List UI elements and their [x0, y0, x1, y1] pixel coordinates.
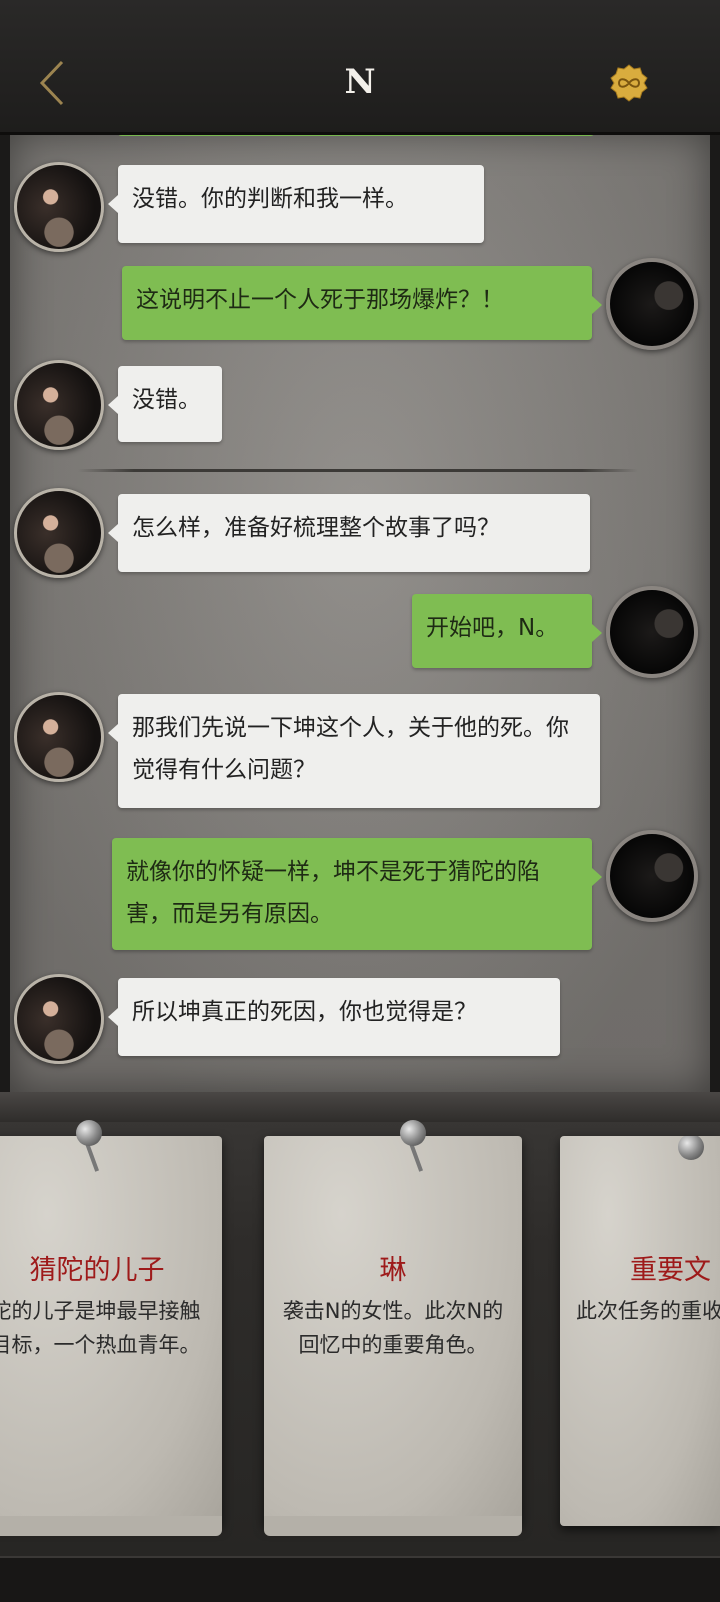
avatar-player[interactable]	[606, 258, 698, 350]
pin-stem	[84, 1142, 100, 1172]
avatar-player[interactable]	[606, 830, 698, 922]
pushpin-icon	[76, 1120, 102, 1146]
pin-stem	[408, 1142, 424, 1172]
card-body: 此次任务的重收一份重要	[576, 1299, 720, 1323]
clue-card[interactable]: 猜陀的儿子 猜陀的儿子是坤最早接触的目标，一个热血青年。	[0, 1120, 222, 1536]
chat-bubble-right: 开始吧，N。	[412, 594, 602, 668]
chat-area[interactable]: 没错。你的判断和我一样。 这说明不止一个人死于那场爆炸？！ 没错。 怎么样，准备…	[10, 132, 710, 1092]
chat-bubble-left: 所以坤真正的死因，你也觉得是？	[108, 978, 560, 1056]
coin-button[interactable]	[610, 64, 648, 102]
clue-card[interactable]: 重要文 此次任务的重收一份重要	[560, 1136, 720, 1526]
top-bar: N	[0, 0, 720, 135]
card-title: 琳	[379, 1255, 407, 1286]
pushpin-icon	[400, 1120, 426, 1146]
chat-bubble-left: 怎么样，准备好梳理整个故事了吗？	[108, 494, 590, 572]
avatar-n[interactable]	[14, 360, 104, 450]
chat-bubble-left: 那我们先说一下坤这个人，关于他的死。你觉得有什么问题？	[108, 694, 600, 808]
card-edge	[0, 1516, 222, 1536]
pushpin-icon	[678, 1136, 704, 1160]
section-divider	[78, 469, 638, 472]
avatar-n[interactable]	[14, 488, 104, 578]
avatar-n[interactable]	[14, 692, 104, 782]
card-edge	[264, 1516, 522, 1536]
avatar-player[interactable]	[606, 586, 698, 678]
tray-ledge	[0, 1092, 720, 1122]
card-title: 猜陀的儿子	[29, 1255, 165, 1286]
card-title: 重要文	[630, 1255, 711, 1286]
avatar-n[interactable]	[14, 162, 104, 252]
clue-card-tray[interactable]: 猜陀的儿子 猜陀的儿子是坤最早接触的目标，一个热血青年。 琳 袭击N的女性。此次…	[0, 1092, 720, 1602]
chat-bubble-right: 就像你的怀疑一样，坤不是死于猜陀的陷害，而是另有原因。	[112, 838, 602, 950]
bottom-bar	[0, 1556, 720, 1602]
avatar-n[interactable]	[14, 974, 104, 1064]
chat-bubble-left: 没错。你的判断和我一样。	[108, 165, 484, 243]
chat-bubble-left: 没错。	[108, 366, 222, 442]
card-body: 猜陀的儿子是坤最早接触的目标，一个热血青年。	[0, 1299, 201, 1357]
card-body: 袭击N的女性。此次N的回忆中的重要角色。	[282, 1299, 504, 1357]
clue-card[interactable]: 琳 袭击N的女性。此次N的回忆中的重要角色。	[264, 1120, 522, 1536]
chat-bubble-right: 这说明不止一个人死于那场爆炸？！	[122, 266, 602, 340]
infinity-coin-icon	[610, 64, 648, 102]
